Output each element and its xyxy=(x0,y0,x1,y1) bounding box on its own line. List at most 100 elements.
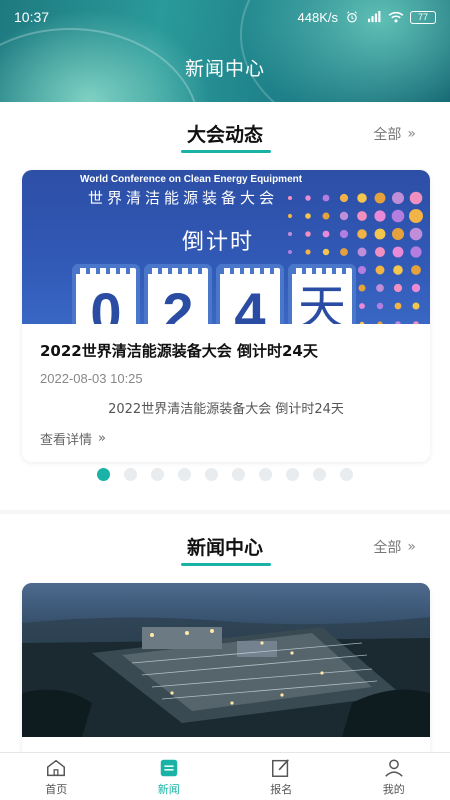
banner-dot xyxy=(374,210,386,222)
banner-dot xyxy=(393,265,403,275)
banner-dot xyxy=(394,302,402,310)
banner-dot xyxy=(391,227,405,241)
banner-dot xyxy=(339,193,349,203)
news-section-header: 新闻中心 全部 » xyxy=(0,525,450,569)
banner-dot xyxy=(305,231,311,237)
page-title: 新闻中心 xyxy=(184,58,265,80)
status-bar: 10:37 448K/s 77 xyxy=(0,0,450,34)
banner-dot xyxy=(391,191,405,205)
banner-dot xyxy=(339,211,349,221)
alarm-icon xyxy=(347,11,357,23)
double-chevron-right-icon: » xyxy=(407,539,416,555)
banner-dot xyxy=(287,195,293,201)
view-details-link[interactable]: 查看详情 » xyxy=(40,429,412,448)
banner-dot xyxy=(357,265,367,275)
banner-countdown-label: 倒计时 xyxy=(182,230,255,255)
banner-dot xyxy=(322,212,330,220)
battery-indicator: 77 xyxy=(410,10,436,24)
banner-dot xyxy=(392,246,404,258)
banner-dot xyxy=(357,211,367,221)
view-details-label: 查看详情 xyxy=(40,433,93,448)
status-time: 10:37 xyxy=(14,9,50,25)
countdown-digit: 4 xyxy=(216,264,284,324)
card-summary: 2022世界清洁能源装备大会 倒计时24天 xyxy=(108,402,344,417)
countdown-digit: 0 xyxy=(72,264,140,324)
pager-dot[interactable] xyxy=(340,468,353,481)
banner-dot xyxy=(411,265,421,275)
banner-dot xyxy=(375,265,385,275)
pager-dot[interactable] xyxy=(259,468,272,481)
double-chevron-right-icon: » xyxy=(407,126,416,142)
news-card[interactable] xyxy=(22,583,430,773)
conference-section-header: 大会动态 全部 » xyxy=(0,112,450,156)
pager-dot[interactable] xyxy=(286,468,299,481)
banner-dot xyxy=(322,194,330,202)
banner-dot xyxy=(287,213,293,219)
news-icon xyxy=(160,759,177,776)
banner-dot xyxy=(393,283,403,293)
card-body: 2022世界清洁能源装备大会 倒计时24天 2022-08-03 10:25 2… xyxy=(22,324,430,462)
banner-dot xyxy=(409,191,423,205)
banner-dot xyxy=(322,230,330,238)
pager-dot[interactable] xyxy=(205,468,218,481)
banner-english-title: World Conference on Clean Energy Equipme… xyxy=(80,174,303,185)
signal-icon xyxy=(368,11,381,23)
section-underline xyxy=(181,150,271,153)
countdown-digit: 2 xyxy=(144,264,212,324)
countdown-unit: 天 xyxy=(288,264,356,324)
more-label: 全部 xyxy=(373,127,402,143)
nav-item-signup[interactable]: 报名 xyxy=(225,753,338,800)
banner-dot xyxy=(359,303,365,309)
pager-dot[interactable] xyxy=(124,468,137,481)
banner-dot xyxy=(395,321,401,324)
section-underline xyxy=(181,563,271,566)
news-cover-image xyxy=(22,583,430,737)
banner-dot xyxy=(357,247,367,257)
nav-label: 新闻 xyxy=(157,782,180,796)
nav-item-profile[interactable]: 我的 xyxy=(338,753,450,800)
nav-label: 我的 xyxy=(382,782,405,796)
banner-dot xyxy=(409,209,423,223)
banner-dot xyxy=(374,192,386,204)
substation-photo xyxy=(22,583,430,737)
banner-dot xyxy=(410,246,422,258)
banner-dot xyxy=(322,248,330,256)
news-more-link[interactable]: 全部 » xyxy=(373,537,416,557)
banner-dot xyxy=(391,209,405,223)
conference-card[interactable]: World Conference on Clean Energy Equipme… xyxy=(22,170,430,462)
banner-dot xyxy=(411,283,421,293)
pager-dot[interactable] xyxy=(178,468,191,481)
nav-item-news[interactable]: 新闻 xyxy=(113,753,226,800)
bottom-navigation: 首页 新闻 报名 我的 xyxy=(0,752,450,800)
banner-dot xyxy=(305,213,311,219)
banner-dot xyxy=(374,228,386,240)
pager-dot[interactable] xyxy=(313,468,326,481)
banner-chinese-title: 世界清洁能源装备大会 xyxy=(88,189,279,207)
profile-icon xyxy=(384,758,403,777)
double-chevron-right-icon: » xyxy=(98,431,106,446)
more-label: 全部 xyxy=(373,540,402,556)
pager-dot[interactable] xyxy=(151,468,164,481)
carousel-pager xyxy=(0,468,450,481)
banner-dot xyxy=(413,321,419,324)
banner-dot xyxy=(305,249,311,255)
nav-label: 报名 xyxy=(270,782,293,796)
conference-more-link[interactable]: 全部 » xyxy=(373,124,416,144)
banner-dot xyxy=(412,302,420,310)
banner-dot xyxy=(409,227,423,241)
card-date: 2022-08-03 10:25 xyxy=(40,371,143,386)
banner-dot xyxy=(357,193,367,203)
banner-dot xyxy=(340,248,348,256)
banner-dot xyxy=(288,250,292,254)
banner-dot xyxy=(358,284,366,292)
conference-banner-image: World Conference on Clean Energy Equipme… xyxy=(22,170,430,324)
card-title[interactable]: 2022世界清洁能源装备大会 倒计时24天 xyxy=(40,340,412,361)
banner-dot xyxy=(357,229,367,239)
banner-dot xyxy=(374,246,386,258)
wifi-icon xyxy=(388,11,404,23)
pager-dot[interactable] xyxy=(97,468,110,481)
countdown-digits: 0 2 4 天 xyxy=(72,264,356,324)
pager-dot[interactable] xyxy=(232,468,245,481)
banner-dot xyxy=(359,321,365,324)
nav-item-home[interactable]: 首页 xyxy=(0,753,113,800)
